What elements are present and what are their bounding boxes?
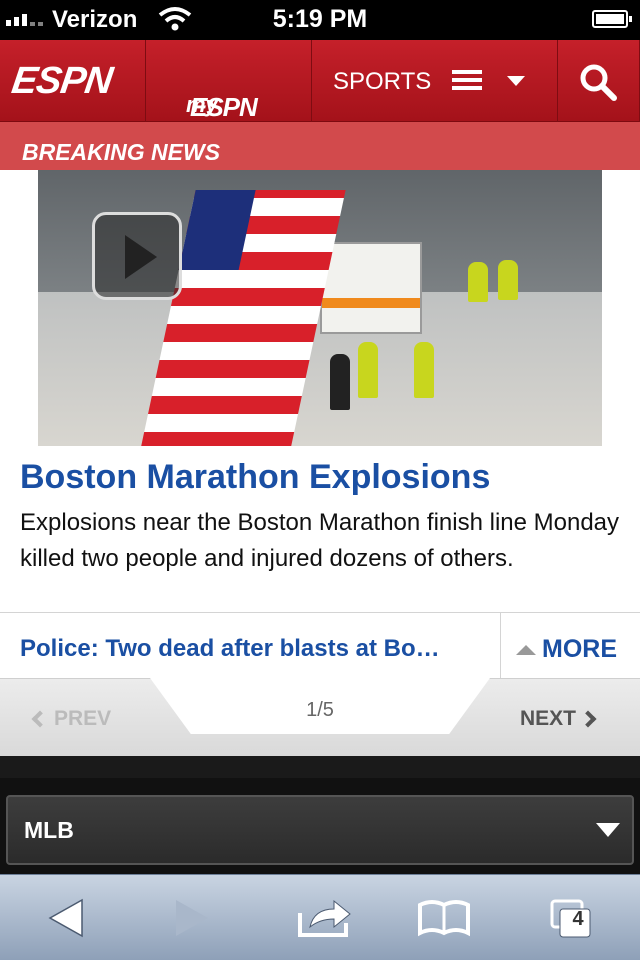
- back-button[interactable]: [24, 875, 104, 960]
- prev-label: PREV: [54, 707, 112, 730]
- more-button[interactable]: MORE: [500, 613, 640, 679]
- sports-label: SPORTS: [333, 68, 432, 95]
- myespn-logo-text: ESPN: [190, 92, 258, 122]
- section-divider: [0, 756, 640, 778]
- breaking-news-label: BREAKING NEWS: [22, 139, 221, 165]
- share-icon: [298, 899, 351, 937]
- sports-menu-button[interactable]: SPORTS: [312, 40, 558, 122]
- tabs-count: 4: [572, 908, 584, 930]
- bookmarks-icon: [418, 900, 470, 937]
- league-select-value: MLB: [24, 817, 74, 843]
- tabs-button[interactable]: 4: [532, 875, 612, 960]
- ambulance-image: [320, 242, 422, 334]
- related-story-link[interactable]: Police: Two dead after blasts at Bo…: [20, 635, 482, 663]
- espn-logo-text: ESPN: [9, 60, 115, 102]
- share-button[interactable]: [284, 875, 364, 960]
- search-icon: [578, 62, 618, 107]
- back-arrow-icon: [48, 898, 83, 938]
- story-photo[interactable]: [38, 142, 602, 446]
- play-video-icon[interactable]: [92, 212, 182, 300]
- forward-button[interactable]: [152, 875, 232, 960]
- league-select[interactable]: MLB: [6, 795, 634, 865]
- espn-nav-bar: ESPN my ESPN SPORTS: [0, 40, 640, 122]
- story-description: Explosions near the Boston Marathon fini…: [20, 509, 620, 572]
- next-button[interactable]: NEXT: [520, 707, 597, 731]
- chevron-left-icon: [31, 710, 49, 728]
- bookmarks-button[interactable]: [404, 875, 484, 960]
- browser-toolbar: 4: [0, 874, 640, 960]
- triangle-up-icon: [516, 645, 536, 655]
- battery-icon: [592, 10, 632, 28]
- more-label: MORE: [542, 635, 617, 663]
- clock: 5:19 PM: [272, 5, 368, 33]
- forward-arrow-icon: [176, 900, 208, 936]
- dropdown-arrow-icon: [596, 823, 620, 837]
- espn-logo[interactable]: ESPN: [0, 40, 146, 122]
- story-pager: 1/5 PREV NEXT: [0, 678, 640, 756]
- chevron-right-icon: [579, 710, 597, 728]
- menu-icon: [452, 70, 482, 90]
- status-bar: Verizon 5:19 PM: [0, 0, 640, 40]
- story-headline[interactable]: Boston Marathon Explosions: [20, 458, 490, 497]
- breaking-news-banner: BREAKING NEWS: [0, 122, 640, 170]
- myespn-button[interactable]: my ESPN: [146, 40, 312, 122]
- prev-button[interactable]: PREV: [31, 707, 112, 731]
- next-label: NEXT: [520, 707, 577, 730]
- related-story-row: Police: Two dead after blasts at Bo… MOR…: [0, 612, 640, 679]
- chevron-down-icon: [507, 76, 525, 86]
- search-button[interactable]: [558, 40, 640, 122]
- league-select-wrap: MLB: [0, 778, 640, 874]
